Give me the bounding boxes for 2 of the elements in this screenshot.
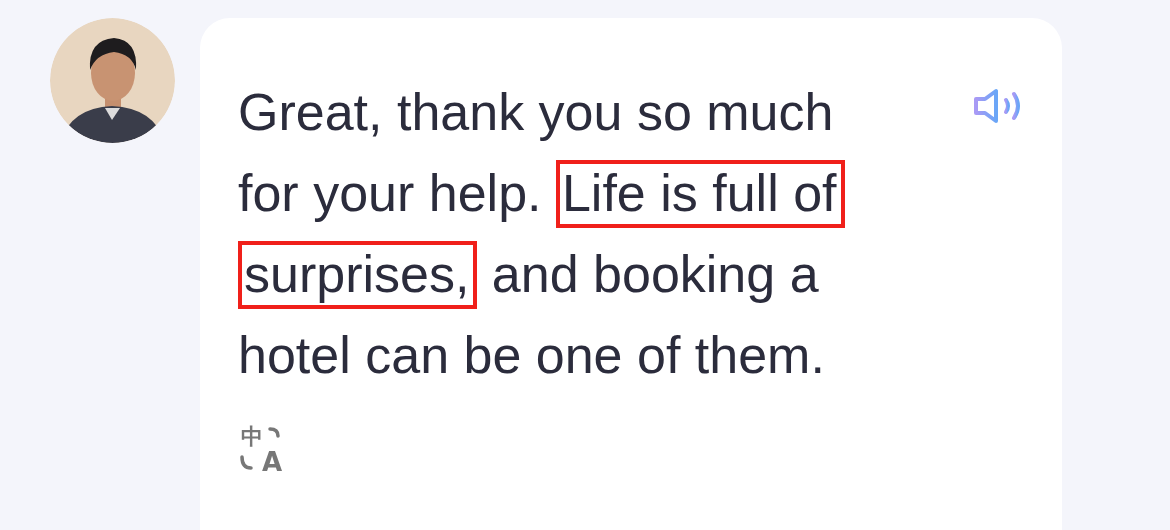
translate-button[interactable]: 中 A bbox=[238, 426, 290, 478]
message-text: Great, thank you so much for your help. Life is full of surprises, and booking a hotel can be one of them. bbox=[238, 72, 908, 396]
